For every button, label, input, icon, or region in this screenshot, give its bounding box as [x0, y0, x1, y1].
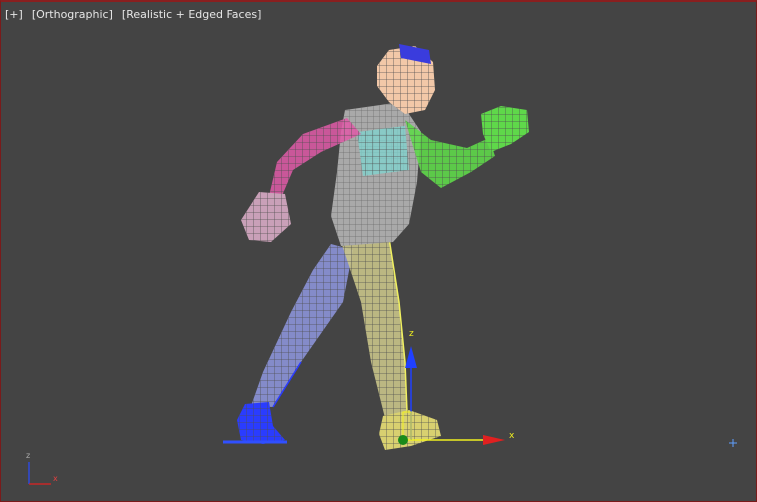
scene-canvas[interactable]: x z z x: [1, 2, 757, 502]
character-model[interactable]: [223, 44, 529, 450]
viewport-orthographic[interactable]: [+] [Orthographic] [Realistic + Edged Fa…: [0, 0, 757, 502]
tripod-x-label: x: [53, 474, 58, 483]
gizmo-x-label: x: [509, 431, 515, 441]
head-mesh[interactable]: [377, 44, 435, 114]
left-foot-mesh[interactable]: [223, 402, 287, 444]
right-hand-mesh[interactable]: [481, 106, 529, 152]
right-foot-mesh[interactable]: [379, 410, 441, 450]
tripod-z-label: z: [26, 451, 30, 460]
axis-tripod: z x: [26, 451, 58, 485]
left-hand-mesh[interactable]: [241, 192, 291, 242]
pivot-plus-icon: [729, 439, 737, 447]
gizmo-z-arrow-icon[interactable]: [405, 346, 417, 368]
gizmo-z-label: z: [409, 329, 414, 339]
gizmo-x-arrow-icon[interactable]: [483, 435, 505, 445]
right-leg-mesh[interactable]: [341, 237, 408, 418]
left-leg-mesh[interactable]: [251, 244, 353, 408]
gizmo-pivot-icon[interactable]: [398, 435, 408, 445]
